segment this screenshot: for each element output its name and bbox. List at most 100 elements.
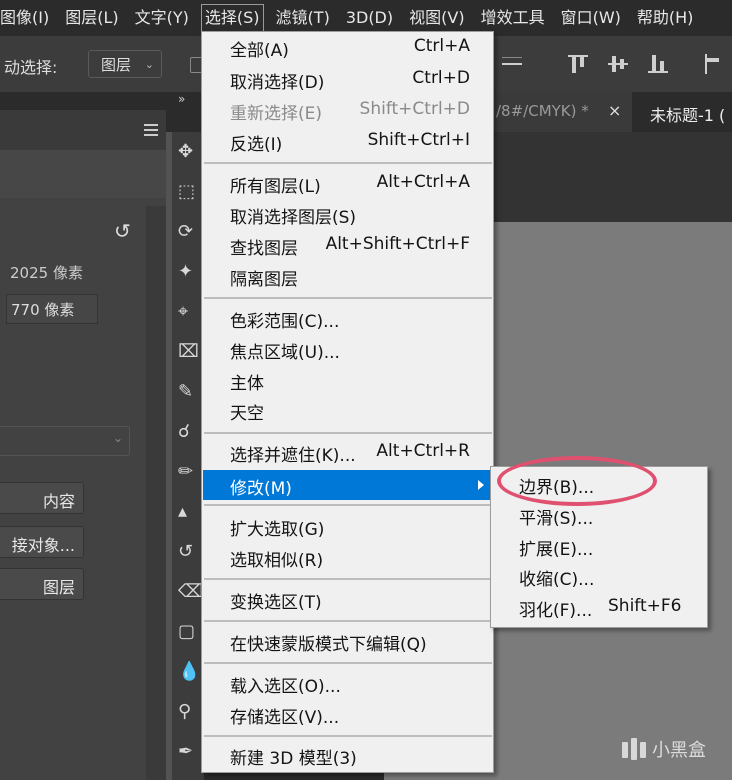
menu-item-isolate-layers[interactable]: 隔离图层	[203, 261, 492, 291]
menu-item-label: 存储选区(V)...	[230, 708, 340, 728]
panel-collapse-icon[interactable]: »	[178, 92, 185, 106]
menu-item-inverse[interactable]: 反选(I) Shift+Ctrl+I	[203, 126, 492, 156]
chevron-down-icon: ⌄	[144, 58, 154, 71]
submenu-item-contract[interactable]: 收缩(C)...	[492, 561, 706, 591]
watermark-text: 小黑盒	[652, 740, 706, 761]
menu-item-label: 选择并遮住(K)...	[230, 446, 356, 466]
menu-item-color-range[interactable]: 色彩范围(C)...	[203, 303, 492, 333]
align-left-edges-icon[interactable]	[702, 52, 726, 76]
menu-item-shortcut: Shift+Ctrl+D	[359, 99, 470, 119]
pen-tool-icon[interactable]: ✒	[176, 740, 200, 764]
history-brush-tool-icon[interactable]: ↺	[176, 540, 200, 564]
align-bottom-edges-icon[interactable]	[646, 52, 670, 76]
menu-item-select-and-mask[interactable]: 选择并遮住(K)... Alt+Ctrl+R	[203, 437, 492, 467]
clone-stamp-tool-icon[interactable]: ▴	[176, 500, 200, 524]
menu-layer[interactable]: 图层(L)	[57, 0, 126, 36]
blur-tool-icon[interactable]: 💧	[176, 660, 200, 684]
height-input[interactable]: 770 像素	[6, 294, 98, 324]
panel-header	[0, 110, 166, 150]
menu-image[interactable]: 图像(I)	[0, 0, 57, 36]
xiaoheihe-logo-icon	[622, 738, 646, 760]
menu-window[interactable]: 窗口(W)	[553, 0, 629, 36]
menu-item-new-3d-model[interactable]: 新建 3D 模型(3)	[203, 740, 492, 770]
menu-item-label: 反选(I)	[230, 135, 283, 155]
document-tab-2[interactable]: 未标题-1 (	[638, 92, 732, 132]
reset-icon[interactable]: ↺	[114, 220, 136, 242]
tab-title: 未标题-1 (	[650, 106, 726, 125]
menu-item-label: 修改(M)	[230, 479, 292, 499]
menu-item-select-all[interactable]: 全部(A) Ctrl+A	[203, 32, 492, 62]
panel-button-object[interactable]: 接对象...	[0, 526, 84, 558]
menu-separator	[204, 620, 492, 622]
menu-item-all-layers[interactable]: 所有图层(L) Alt+Ctrl+A	[203, 168, 492, 198]
menu-item-deselect-layers[interactable]: 取消选择图层(S)	[203, 199, 492, 229]
menu-item-deselect[interactable]: 取消选择(D) Ctrl+D	[203, 64, 492, 94]
menu-item-find-layers[interactable]: 查找图层 Alt+Shift+Ctrl+F	[203, 230, 492, 260]
menu-item-label: 查找图层	[230, 239, 298, 259]
crop-tool-icon[interactable]: ⌖	[176, 300, 200, 324]
menu-item-label: 载入选区(O)...	[230, 677, 341, 697]
eraser-tool-icon[interactable]: ⌫	[176, 580, 203, 604]
tools-panel: ✥ ⬚ ⟳ ✦ ⌖ ⌧ ✎ ☌ ✏ ▴ ↺ ⌫ ▢ 💧 ⚲ ✒	[172, 132, 204, 780]
auto-select-dropdown[interactable]: 图层 ⌄	[88, 50, 162, 78]
align-top-edges-icon[interactable]	[566, 52, 590, 76]
menu-item-reselect[interactable]: 重新选择(E) Shift+Ctrl+D	[203, 95, 492, 125]
submenu-item-feather[interactable]: 羽化(F)... Shift+F6	[492, 592, 706, 622]
submenu-item-label: 收缩(C)...	[519, 570, 595, 590]
panel-button-layer[interactable]: 图层	[0, 568, 84, 600]
submenu-item-expand[interactable]: 扩展(E)...	[492, 531, 706, 561]
menu-item-similar[interactable]: 选取相似(R)	[203, 542, 492, 572]
menu-item-label: 主体	[230, 374, 264, 394]
menu-item-sky[interactable]: 天空	[203, 395, 492, 425]
menu-item-label: 所有图层(L)	[230, 177, 321, 197]
panel-button-label: 图层	[42, 578, 75, 597]
select-menu-dropdown: 全部(A) Ctrl+A 取消选择(D) Ctrl+D 重新选择(E) Shif…	[201, 31, 494, 773]
frame-tool-icon[interactable]: ⌧	[176, 340, 200, 364]
menu-item-modify[interactable]: 修改(M)	[203, 470, 492, 500]
height-value: 770 像素	[11, 301, 75, 319]
brush-tool-icon[interactable]: ✏	[176, 460, 200, 484]
panel-button-content[interactable]: 内容	[0, 482, 84, 514]
magic-wand-tool-icon[interactable]: ✦	[176, 260, 200, 284]
menu-separator	[204, 297, 492, 299]
eyedropper-tool-icon[interactable]: ✎	[176, 380, 200, 404]
menu-item-save-selection[interactable]: 存储选区(V)...	[203, 699, 492, 729]
document-tab-1[interactable]: /8#/CMYK) * ×	[486, 92, 632, 132]
width-value: 2025 像素	[10, 264, 83, 282]
menu-item-label: 色彩范围(C)...	[230, 312, 340, 332]
dodge-tool-icon[interactable]: ⚲	[176, 700, 200, 724]
menu-item-transform-selection[interactable]: 变换选区(T)	[203, 584, 492, 614]
menu-item-label: 扩大选取(G)	[230, 520, 325, 540]
menu-help[interactable]: 帮助(H)	[629, 0, 702, 36]
watermark: 小黑盒	[622, 734, 706, 764]
move-tool-icon[interactable]: ✥	[176, 140, 200, 164]
panel-menu-icon[interactable]	[144, 124, 158, 136]
menu-item-quick-mask[interactable]: 在快速蒙版模式下编辑(Q)	[203, 626, 492, 656]
submenu-item-label: 扩展(E)...	[519, 540, 594, 560]
align-distribute-icon[interactable]	[500, 52, 524, 76]
menu-type[interactable]: 文字(Y)	[127, 0, 197, 36]
panel-dropdown[interactable]: ⌄	[0, 426, 130, 456]
submenu-item-shortcut: Shift+F6	[608, 596, 682, 616]
healing-brush-tool-icon[interactable]: ☌	[176, 420, 200, 444]
menu-item-grow[interactable]: 扩大选取(G)	[203, 511, 492, 541]
panel-scrollbar[interactable]	[146, 206, 166, 780]
menu-item-label: 全部(A)	[230, 41, 289, 61]
submenu-arrow-icon	[478, 480, 484, 490]
menu-item-label: 取消选择(D)	[230, 73, 325, 93]
lasso-tool-icon[interactable]: ⟳	[176, 220, 200, 244]
menu-item-focus-area[interactable]: 焦点区域(U)...	[203, 334, 492, 364]
menu-item-load-selection[interactable]: 载入选区(O)...	[203, 668, 492, 698]
gradient-tool-icon[interactable]: ▢	[176, 620, 200, 644]
annotation-ellipse	[497, 456, 657, 506]
panel-tab-strip	[0, 150, 166, 198]
menu-item-label: 新建 3D 模型(3)	[230, 749, 357, 769]
panel-button-label: 接对象...	[11, 536, 75, 555]
close-icon[interactable]: ×	[608, 101, 621, 120]
align-vertical-centers-icon[interactable]	[606, 52, 630, 76]
menu-item-label: 隔离图层	[230, 270, 298, 290]
menu-item-subject[interactable]: 主体	[203, 365, 492, 395]
menu-item-shortcut: Shift+Ctrl+I	[367, 130, 470, 150]
menu-separator	[204, 504, 492, 506]
marquee-tool-icon[interactable]: ⬚	[176, 180, 200, 204]
